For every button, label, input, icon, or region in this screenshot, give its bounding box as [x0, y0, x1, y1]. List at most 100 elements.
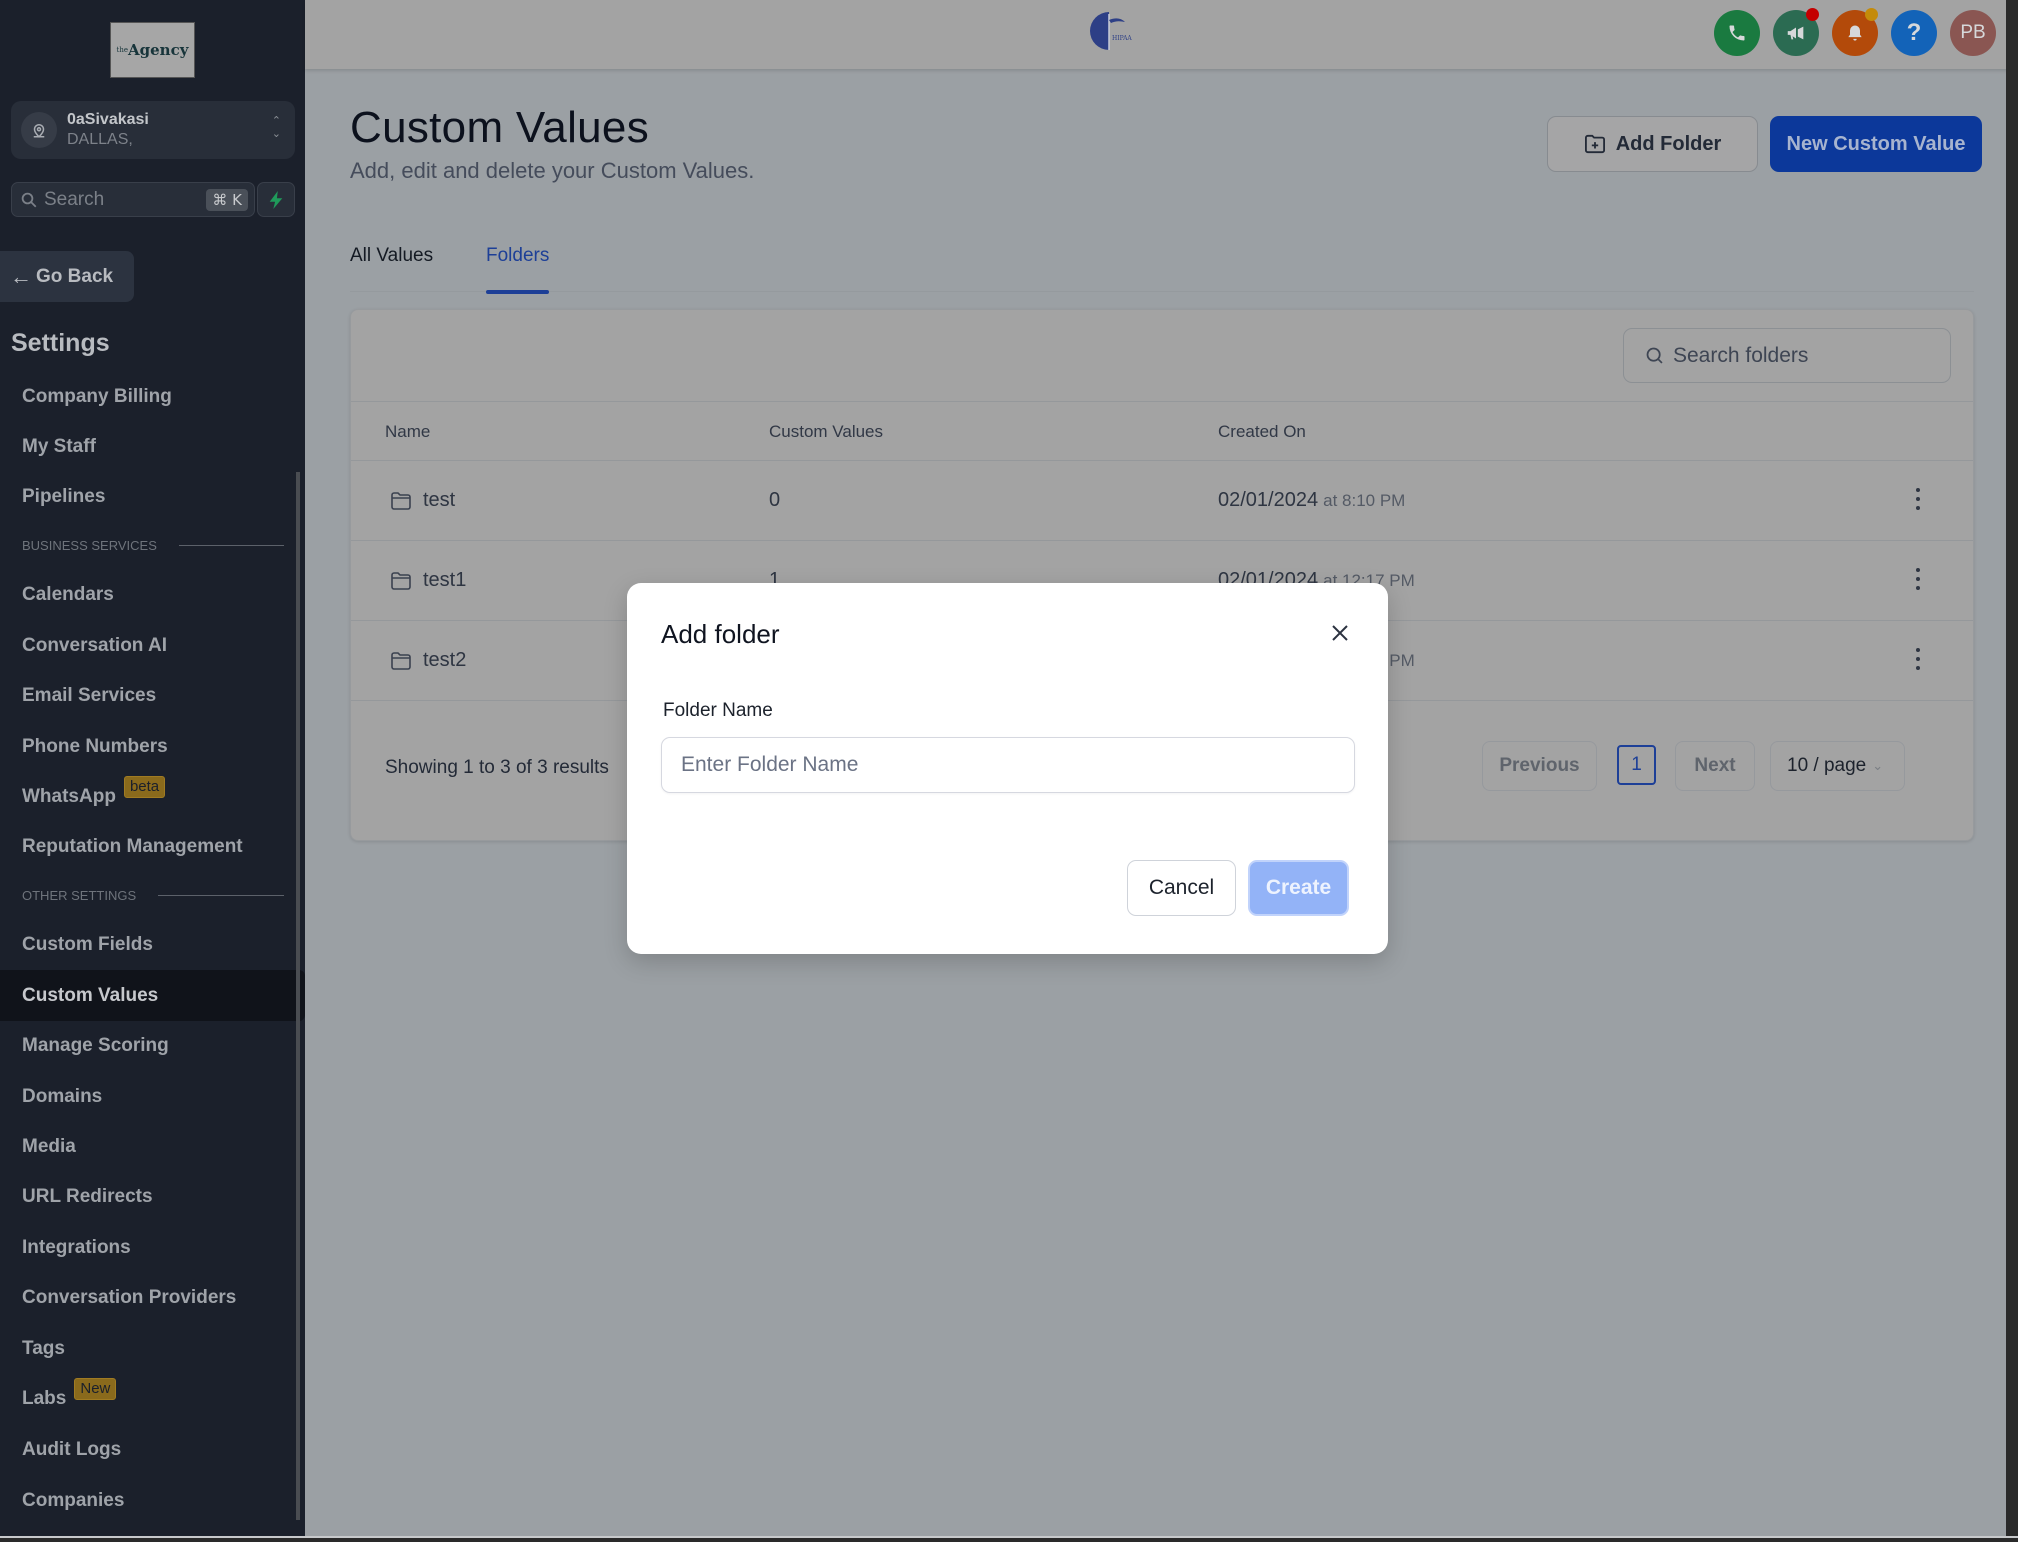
help-icon[interactable]: ?	[1891, 10, 1937, 56]
per-page-value: 10 / page	[1787, 755, 1867, 776]
tab-folders[interactable]: Folders	[486, 245, 550, 294]
top-bar: HIPAA ? PB	[305, 0, 2010, 69]
megaphone-icon[interactable]	[1773, 8, 1819, 56]
search-placeholder: Search	[44, 188, 105, 210]
sidebar-item-domains[interactable]: Domains	[0, 1071, 305, 1122]
row-actions-icon[interactable]	[1915, 648, 1921, 670]
search-folders-input[interactable]: Search folders	[1623, 328, 1951, 383]
sidebar-item-custom-fields[interactable]: Custom Fields	[0, 919, 305, 970]
sidebar-item-custom-values[interactable]: Custom Values	[0, 970, 305, 1021]
column-header-created-on[interactable]: Created On	[1218, 422, 1306, 442]
bottom-edge	[0, 1536, 2018, 1542]
sidebar-item-media[interactable]: Media	[0, 1121, 305, 1172]
sidebar-item-label: Custom Values	[22, 984, 159, 1006]
go-back-button[interactable]: ← Go Back	[0, 251, 134, 302]
custom-values-count: 0	[769, 489, 781, 511]
sidebar-item-tags[interactable]: Tags	[0, 1323, 305, 1374]
add-folder-button[interactable]: Add Folder	[1547, 116, 1758, 172]
folder-name[interactable]: test2	[423, 649, 466, 672]
created-on-cell: 02/01/2024 at 8:10 PM	[1218, 489, 1405, 512]
sidebar-item-phone-numbers[interactable]: Phone Numbers	[0, 721, 305, 772]
avatar-initials: PB	[1960, 22, 1986, 43]
add-folder-modal: Add folder Folder Name Cancel Create	[627, 583, 1388, 954]
row-actions-icon[interactable]	[1915, 488, 1921, 510]
created-time: at 8:10 PM	[1323, 490, 1406, 510]
sidebar-item-conversation-ai[interactable]: Conversation AI	[0, 620, 305, 671]
folder-icon	[391, 571, 411, 590]
close-icon[interactable]	[1328, 621, 1352, 645]
tab-all-values[interactable]: All Values	[350, 245, 433, 292]
folder-icon	[391, 651, 411, 670]
page-subtitle: Add, edit and delete your Custom Values.	[350, 158, 755, 183]
section-label: OTHER SETTINGS	[22, 888, 137, 903]
new-custom-value-button[interactable]: New Custom Value	[1770, 116, 1982, 172]
beta-badge: beta	[123, 775, 166, 798]
sidebar-item-url-redirects[interactable]: URL Redirects	[0, 1171, 305, 1222]
section-other-settings: OTHER SETTINGS	[22, 888, 284, 903]
sidebar-item-label: Conversation AI	[22, 634, 167, 656]
per-page-select[interactable]: 10 / page ⌄	[1770, 741, 1905, 791]
sidebar-item-calendars[interactable]: Calendars	[0, 569, 305, 620]
sidebar-item-company-billing[interactable]: Company Billing	[0, 371, 305, 422]
sidebar-item-labs[interactable]: Labs New	[0, 1373, 305, 1424]
sidebar-item-my-staff[interactable]: My Staff	[0, 421, 305, 472]
notification-dot	[1806, 8, 1819, 21]
row-actions-icon[interactable]	[1915, 568, 1921, 590]
sidebar-item-label: Reputation Management	[22, 835, 243, 857]
location-name: 0aSivakasi	[67, 111, 149, 128]
previous-page-button[interactable]: Previous	[1482, 741, 1597, 791]
column-header-name[interactable]: Name	[385, 422, 430, 442]
logo-prefix: the	[116, 46, 129, 54]
sidebar-item-label: Conversation Providers	[22, 1286, 237, 1308]
search-icon	[21, 192, 37, 207]
created-date: 02/01/2024	[1218, 489, 1319, 511]
sidebar-item-label: Integrations	[22, 1236, 131, 1258]
window-edge	[2006, 0, 2018, 1536]
page-1-button[interactable]: 1	[1617, 745, 1656, 785]
location-switcher[interactable]: 0aSivakasi DALLAS, ⌃ ⌄	[11, 101, 295, 159]
bell-icon[interactable]	[1832, 8, 1878, 56]
folder-name[interactable]: test1	[423, 569, 466, 592]
folder-name[interactable]: test	[423, 489, 455, 512]
sidebar-item-audit-logs[interactable]: Audit Logs	[0, 1424, 305, 1475]
agency-logo[interactable]: the Agency	[110, 22, 195, 78]
sidebar-item-pipelines[interactable]: Pipelines	[0, 471, 305, 522]
sidebar-item-email-services[interactable]: Email Services	[0, 670, 305, 721]
folder-name-input[interactable]	[661, 737, 1355, 793]
sidebar: the Agency 0aSivakasi DALLAS, ⌃ ⌄ Search ⌘…	[0, 0, 305, 1536]
sidebar-item-conversation-providers[interactable]: Conversation Providers	[0, 1272, 305, 1323]
sidebar-item-label: Pipelines	[22, 485, 106, 507]
sidebar-item-whatsapp[interactable]: WhatsApp beta	[0, 771, 305, 822]
sidebar-item-label: Email Services	[22, 684, 157, 706]
search-folders-placeholder: Search folders	[1673, 343, 1809, 367]
sidebar-item-label: Company Billing	[22, 385, 172, 407]
folder-plus-icon	[1584, 134, 1605, 154]
sidebar-search[interactable]: Search ⌘ K	[11, 182, 255, 217]
column-header-custom-values[interactable]: Custom Values	[769, 422, 883, 442]
chevron-up-down-icon: ⌃ ⌄	[271, 115, 281, 140]
sidebar-item-reputation-management[interactable]: Reputation Management	[0, 821, 305, 872]
add-folder-label: Add Folder	[1615, 132, 1722, 155]
top-action-icons: ? PB	[1714, 8, 1996, 56]
sidebar-item-label: Companies	[22, 1489, 125, 1511]
sidebar-item-manage-scoring[interactable]: Manage Scoring	[0, 1020, 305, 1071]
new-badge: New	[74, 1377, 117, 1400]
settings-title: Settings	[11, 329, 110, 357]
shortcut-badge: ⌘ K	[206, 189, 248, 211]
sidebar-item-integrations[interactable]: Integrations	[0, 1222, 305, 1273]
avatar[interactable]: PB	[1950, 10, 1996, 56]
sidebar-item-label: URL Redirects	[22, 1185, 153, 1207]
create-button[interactable]: Create	[1248, 860, 1349, 916]
table-row[interactable]: test 0 02/01/2024 at 8:10 PM	[351, 461, 1973, 541]
sidebar-scrollbar[interactable]	[296, 472, 300, 1520]
sidebar-item-companies[interactable]: Companies	[0, 1475, 305, 1526]
quick-actions-button[interactable]	[257, 182, 295, 217]
next-page-button[interactable]: Next	[1675, 741, 1755, 791]
table-header: Name Custom Values Created On	[351, 401, 1973, 461]
results-summary: Showing 1 to 3 of 3 results	[385, 757, 609, 778]
cancel-button[interactable]: Cancel	[1127, 860, 1236, 916]
section-divider	[158, 895, 284, 896]
sidebar-item-label: WhatsApp	[22, 785, 116, 807]
phone-icon[interactable]	[1714, 10, 1760, 56]
folder-name-cell: test	[391, 489, 455, 512]
